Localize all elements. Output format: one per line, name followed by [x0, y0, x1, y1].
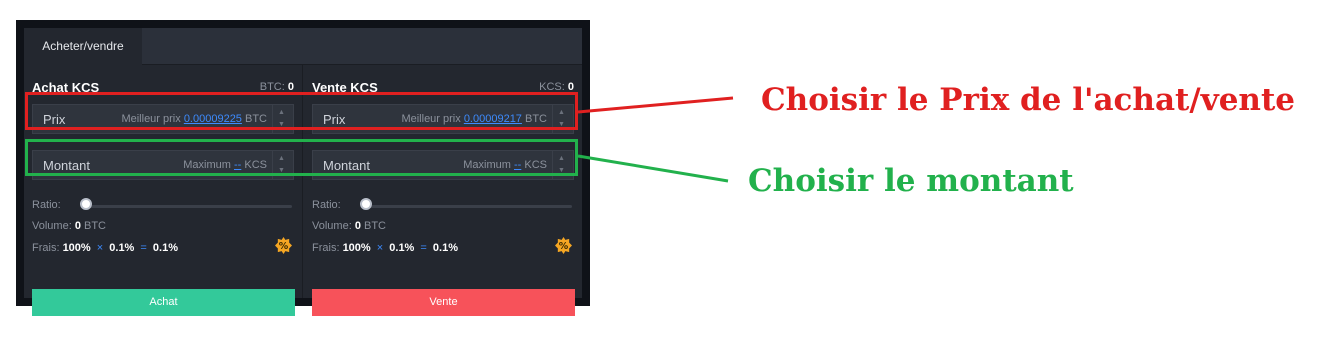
price-callout-line [577, 96, 734, 114]
amount-annotation: Choisir le montant [748, 163, 1074, 199]
amount-callout-line [577, 154, 729, 183]
price-annotation: Choisir le Prix de l'achat/vente [761, 82, 1296, 118]
annotation-lines [577, 96, 734, 183]
